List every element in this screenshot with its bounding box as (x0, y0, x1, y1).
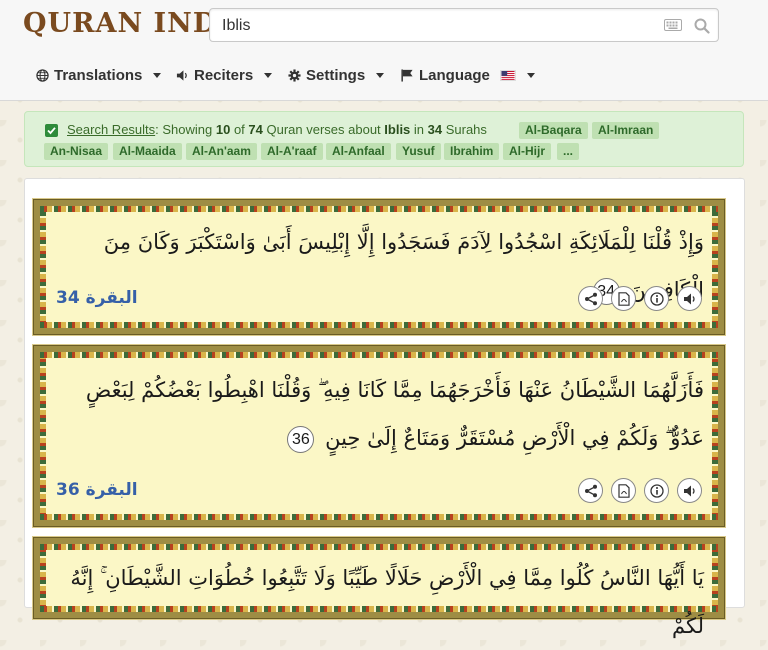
results-in: in (410, 122, 428, 137)
verse-actions (578, 478, 702, 503)
verse-actions (578, 286, 702, 311)
surah-tag[interactable]: An-Nisaa (44, 143, 109, 160)
verse-reference[interactable]: البقرة 36 (56, 480, 138, 500)
translations-label: Translations (54, 66, 143, 84)
logo-text: Quran Inde (23, 8, 239, 39)
settings-label: Settings (306, 66, 366, 84)
results-of: of (230, 122, 249, 137)
surah-tag[interactable]: Al-Hijr (503, 143, 551, 160)
keyboard-icon[interactable] (664, 19, 682, 31)
verse-card: فَأَزَلَّهُمَا الشَّيْطَانُ عَنْهَا فَأَ… (33, 345, 725, 527)
search-icon[interactable] (694, 18, 710, 34)
us-flag-icon (499, 69, 516, 81)
surah-tag[interactable]: Al-Anfaal (326, 143, 391, 160)
surah-tag[interactable]: Al-Baqara (519, 122, 588, 139)
surah-tag[interactable]: Al-Imraan (592, 122, 660, 139)
verse-arabic: يَا أَيُّهَا النَّاسُ كُلُوا مِمَّا فِي … (70, 566, 704, 638)
info-icon (649, 483, 664, 498)
info-button[interactable] (644, 478, 669, 503)
share-button[interactable] (578, 478, 603, 503)
pdf-button[interactable] (611, 286, 636, 311)
pdf-button[interactable] (611, 478, 636, 503)
info-button[interactable] (644, 286, 669, 311)
search-box (209, 8, 719, 42)
surah-tag[interactable]: Ibrahim (444, 143, 500, 160)
play-audio-button[interactable] (677, 286, 702, 311)
check-icon (45, 124, 58, 137)
surah-tag[interactable]: Al-Maaida (113, 143, 182, 160)
surah-tag[interactable]: Yusuf (396, 143, 441, 160)
results-suffix: Surahs (442, 122, 487, 137)
reciters-menu[interactable]: Reciters (176, 64, 273, 86)
search-results-link[interactable]: Search Results (67, 122, 155, 137)
chevron-down-icon (264, 72, 273, 78)
play-audio-button[interactable] (677, 478, 702, 503)
info-icon (649, 291, 664, 306)
surah-tag[interactable]: Al-An'aam (186, 143, 257, 160)
pdf-icon (617, 291, 630, 306)
search-results-summary: Search Results: Showing 10 of 74 Quran v… (24, 111, 744, 167)
verse-reference[interactable]: البقرة 34 (56, 288, 138, 308)
results-summary-text: Search Results: Showing 10 of 74 Quran v… (67, 122, 487, 137)
pdf-icon (617, 483, 630, 498)
chevron-down-icon (376, 72, 385, 78)
verse-card: وَإِذْ قُلْنَا لِلْمَلَائِكَةِ اسْجُدُوا… (33, 199, 725, 335)
verse-text: فَأَزَلَّهُمَا الشَّيْطَانُ عَنْهَا فَأَ… (54, 366, 704, 462)
verse-text: يَا أَيُّهَا النَّاسُ كُلُوا مِمَّا فِي … (54, 554, 704, 650)
results-surah-count: 34 (427, 122, 443, 137)
share-button[interactable] (578, 286, 603, 311)
flag-icon (401, 68, 413, 82)
globe-icon (36, 68, 49, 82)
results-shown-count: 10 (215, 122, 231, 137)
surah-tag[interactable]: Al-A'raaf (261, 143, 323, 160)
speaker-icon (176, 69, 187, 81)
verse-card: يَا أَيُّهَا النَّاسُ كُلُوا مِمَّا فِي … (33, 537, 725, 638)
results-prefix: : Showing (155, 122, 216, 137)
reciters-label: Reciters (194, 66, 254, 84)
translations-menu[interactable]: Translations (36, 64, 162, 86)
results-total-count: 74 (248, 122, 263, 137)
search-input[interactable] (222, 15, 642, 37)
results-search-term: Iblis (384, 122, 411, 137)
results-middle: Quran verses about (262, 122, 385, 137)
settings-menu[interactable]: Settings (288, 64, 385, 86)
ayah-number-badge: 36 (287, 425, 315, 453)
top-navigation-bar: Quran Index Translations (0, 0, 768, 101)
verse-arabic: فَأَزَلَّهُمَا الشَّيْطَانُ عَنْهَا فَأَ… (85, 378, 704, 450)
more-surahs-tag[interactable]: ... (557, 143, 580, 160)
speaker-icon (683, 485, 695, 496)
share-icon (584, 484, 597, 497)
speaker-icon (683, 293, 695, 304)
language-label: Language (419, 66, 490, 84)
share-icon (584, 292, 597, 305)
language-menu[interactable]: Language (400, 64, 535, 86)
chevron-down-icon (526, 72, 535, 78)
chevron-down-icon (153, 72, 162, 78)
gear-icon (288, 68, 301, 82)
